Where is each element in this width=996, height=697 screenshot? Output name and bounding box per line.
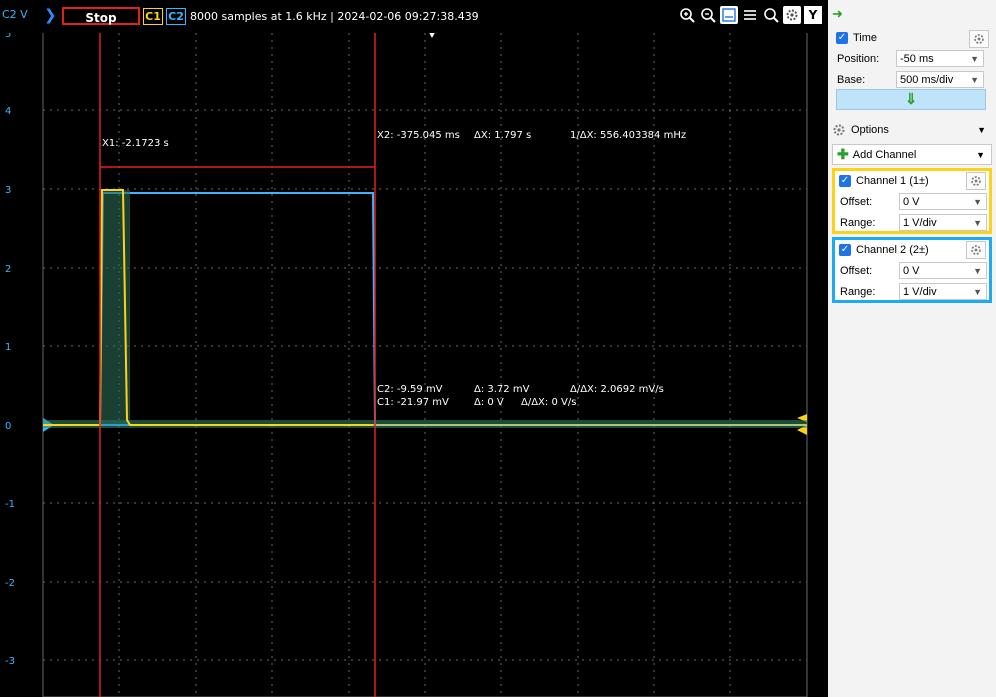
ch2-range-value: 1 V/div <box>903 286 937 298</box>
x2-readout: X2: -375.045 ms <box>377 130 460 141</box>
channel-1-checkbox[interactable]: ✓ <box>839 175 851 187</box>
position-value: -50 ms <box>900 53 934 65</box>
cursor-mode-icon[interactable] <box>720 6 738 24</box>
ch1-range-select[interactable]: 1 V/div ▼ <box>899 214 987 231</box>
c1-rate-readout: Δ/ΔX: 0 V/s <box>521 397 576 408</box>
c1-delta-readout: Δ: 0 V <box>474 397 504 408</box>
zoom-in-icon[interactable] <box>678 6 696 24</box>
delta-x-readout: ΔX: 1.797 s <box>474 130 531 141</box>
toolbar-icons: Y <box>678 6 822 26</box>
plot-frame <box>42 25 808 697</box>
chevron-down-icon: ▼ <box>973 218 982 228</box>
options-header[interactable]: Options ▼ <box>832 120 992 140</box>
ch1-offset-value: 0 V <box>903 196 920 208</box>
chevron-down-icon: ▼ <box>970 75 979 85</box>
time-title: Time <box>853 32 878 44</box>
channel-2-header: ✓ Channel 2 (2±) <box>835 240 989 260</box>
ch2-offset-row: Offset: 0 V ▼ <box>835 260 989 281</box>
chevron-down-icon: ▼ <box>973 197 982 207</box>
axis-unit-label: C2 V <box>2 8 28 21</box>
ch2-offset-select[interactable]: 0 V ▼ <box>899 262 987 279</box>
zoom-out-icon[interactable] <box>699 6 717 24</box>
ch1-range-label: Range: <box>840 216 876 229</box>
ch2-offset-label: Offset: <box>840 264 873 277</box>
add-channel-button[interactable]: ✚ Add Channel ▼ <box>832 144 992 165</box>
c1-trace <box>43 189 373 426</box>
channel-1-section: ✓ Channel 1 (1±) Offset: 0 V ▼ Range: 1 V… <box>832 168 992 234</box>
channel-1-title: Channel 1 (1±) <box>856 175 929 187</box>
ch2-offset-value: 0 V <box>903 265 920 277</box>
x1-readout: X1: -2.1723 s <box>102 138 169 149</box>
plot-area[interactable]: 5 4 3 2 1 0 -1 -2 -3 X1: -2.1723 s X2: -… <box>0 0 828 697</box>
ch1-range-row: Range: 1 V/div ▼ <box>835 212 989 233</box>
base-select[interactable]: 500 ms/div ▼ <box>896 71 984 88</box>
position-select[interactable]: -50 ms ▼ <box>896 50 984 67</box>
chevron-down-icon: ▼ <box>973 287 982 297</box>
channel-2-button[interactable]: C2 <box>166 8 186 25</box>
c2-delta-readout: Δ: 3.72 mV <box>474 384 530 395</box>
y-tick-label: 3 <box>5 185 11 196</box>
y-tick-label: -1 <box>5 499 15 510</box>
y-tick-label: -2 <box>5 578 15 589</box>
ch1-offset-label: Offset: <box>840 195 873 208</box>
chevron-down-icon: ▼ <box>970 54 979 64</box>
c2-rate-readout: Δ/ΔX: 2.0692 mV/s <box>570 384 664 395</box>
y-tick-label: 2 <box>5 264 11 275</box>
ch1-range-value: 1 V/div <box>903 217 937 229</box>
chevron-down-icon: ▼ <box>977 125 986 135</box>
options-label: Options <box>851 124 889 136</box>
acquisition-info: 8000 samples at 1.6 kHz | 2024-02-06 09:… <box>190 10 479 23</box>
channel-2-settings-icon[interactable] <box>966 241 986 259</box>
toolbar: C2 V ❯ Stop C1 C2 8000 samples at 1.6 kH… <box>0 0 828 33</box>
chevron-down-icon: ▼ <box>973 266 982 276</box>
plus-icon: ✚ <box>837 146 849 162</box>
settings-icon[interactable] <box>783 6 801 24</box>
arrow-right-icon[interactable]: ➜ <box>832 6 843 22</box>
c2-value-readout: C2: -9.59 mV <box>377 384 443 395</box>
ch2-range-label: Range: <box>840 285 876 298</box>
ch2-range-row: Range: 1 V/div ▼ <box>835 281 989 302</box>
channel-1-button[interactable]: C1 <box>143 8 163 25</box>
grid <box>43 26 807 697</box>
channel-1-settings-icon[interactable] <box>966 172 986 190</box>
apply-down-arrow-button[interactable]: ⇓ <box>836 89 986 110</box>
channel-1-header: ✓ Channel 1 (1±) <box>835 171 989 191</box>
y-tick-label: -3 <box>5 656 15 667</box>
ch2-range-select[interactable]: 1 V/div ▼ <box>899 283 987 300</box>
chevron-down-icon: ▼ <box>976 149 985 160</box>
ch1-offset-row: Offset: 0 V ▼ <box>835 191 989 212</box>
settings-panel: ➜ ✓ Time Position: -50 ms ▼ Base: 500 ms/… <box>828 0 996 697</box>
base-value: 500 ms/div <box>900 74 954 86</box>
position-label: Position: <box>837 52 880 65</box>
magnify-icon[interactable] <box>762 6 780 24</box>
ch1-offset-select[interactable]: 0 V ▼ <box>899 193 987 210</box>
position-row: Position: -50 ms ▼ <box>832 48 992 69</box>
run-icon[interactable]: ❯ <box>44 8 58 24</box>
inverse-delta-x-readout: 1/ΔX: 556.403384 mHz <box>570 130 686 141</box>
channel-2-section: ✓ Channel 2 (2±) Offset: 0 V ▼ Range: 1 V… <box>832 237 992 303</box>
oscilloscope-view[interactable]: 5 4 3 2 1 0 -1 -2 -3 X1: -2.1723 s X2: -… <box>0 0 828 697</box>
base-row: Base: 500 ms/div ▼ <box>832 69 992 90</box>
channel-2-checkbox[interactable]: ✓ <box>839 244 851 256</box>
stop-button[interactable]: Stop <box>62 7 140 25</box>
y-tick-label: 1 <box>5 342 11 353</box>
align-icon[interactable] <box>741 6 759 24</box>
c1-value-readout: C1: -21.97 mV <box>377 397 449 408</box>
y-axis-button[interactable]: Y <box>804 6 822 24</box>
options-gear-icon <box>833 124 845 136</box>
time-header: ✓ Time <box>832 28 992 48</box>
add-channel-label: Add Channel <box>852 148 917 161</box>
channel-2-title: Channel 2 (2±) <box>856 244 929 256</box>
y-tick-label: 0 <box>5 421 11 432</box>
time-checkbox[interactable]: ✓ <box>836 32 848 44</box>
y-tick-label: 4 <box>5 106 11 117</box>
time-settings-icon[interactable] <box>969 30 989 48</box>
base-label: Base: <box>837 73 866 86</box>
